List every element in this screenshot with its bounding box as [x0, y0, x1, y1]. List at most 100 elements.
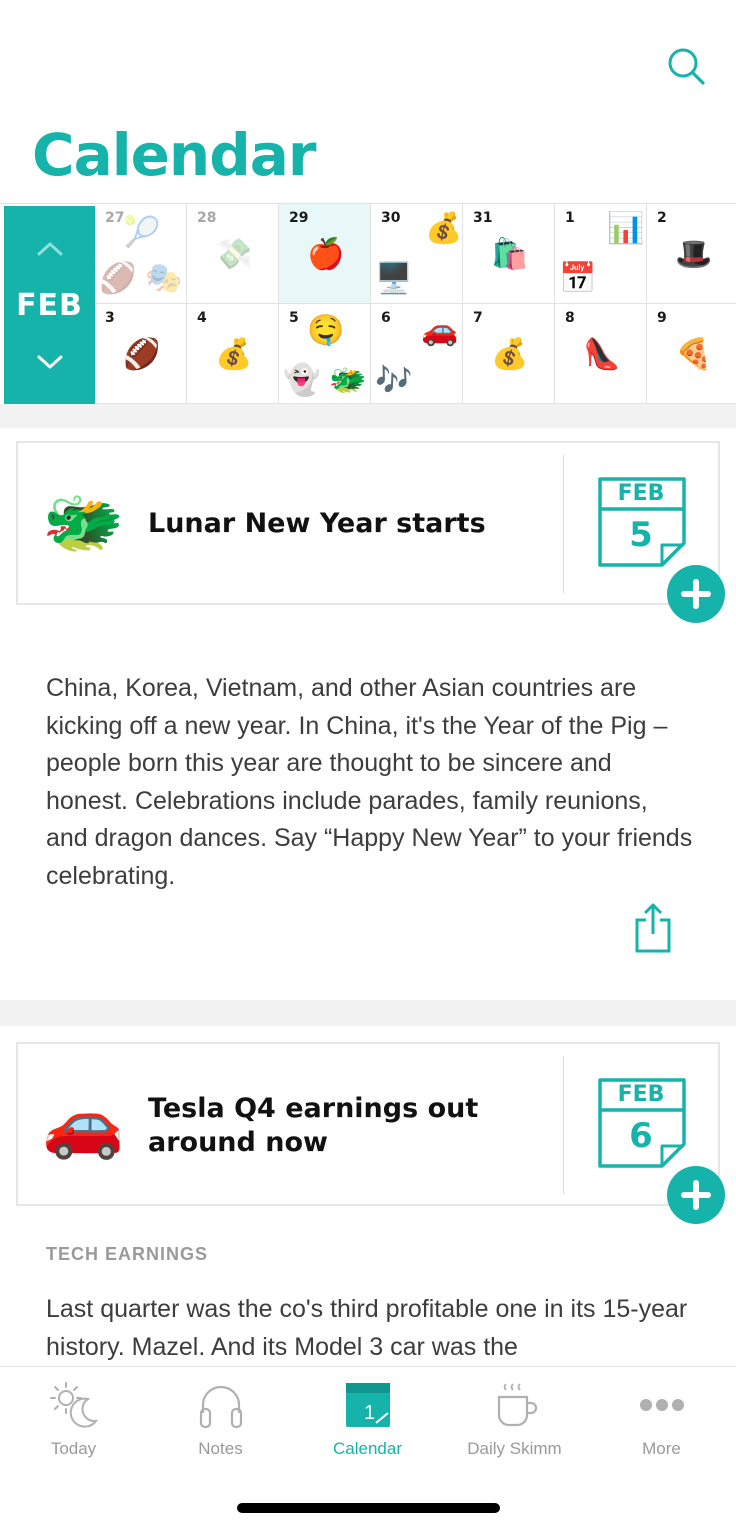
- calendar-day[interactable]: 31 🛍️: [463, 204, 555, 304]
- plus-icon: [681, 579, 711, 609]
- date-badge: FEB 5: [598, 477, 686, 567]
- money-bag-icon: 💰: [215, 337, 253, 372]
- car-icon: 🚗: [421, 313, 459, 348]
- home-indicator[interactable]: [237, 1503, 500, 1513]
- day-number: 5: [289, 310, 299, 326]
- chevron-up-icon: [37, 242, 63, 256]
- pizza-icon: 🍕: [675, 337, 713, 372]
- event-title: Lunar New Year starts: [148, 508, 486, 539]
- day-number: 6: [381, 310, 391, 326]
- calendar-day[interactable]: 1 📊 📅: [555, 204, 647, 304]
- calendar-icon: 1: [346, 1383, 390, 1427]
- calendar-day[interactable]: 5 🤤 👻 🐲: [279, 304, 371, 404]
- tab-label: Today: [50, 1439, 97, 1458]
- money-bag-icon: 💰: [425, 211, 463, 246]
- add-to-calendar-button[interactable]: [667, 565, 725, 623]
- top-hat-icon: 🎩: [675, 237, 713, 272]
- coffee-cup-icon: [497, 1383, 538, 1427]
- day-number: 7: [473, 310, 483, 326]
- drooling-face-icon: 🤤: [307, 313, 345, 348]
- day-number: 9: [657, 310, 667, 326]
- calendar-day[interactable]: 30 💰 🖥️: [371, 204, 463, 304]
- day-number: 2: [657, 210, 667, 226]
- date-badge: FEB 6: [598, 1078, 686, 1168]
- month-label: FEB: [16, 288, 83, 323]
- share-button[interactable]: [634, 902, 672, 954]
- tab-more[interactable]: More: [588, 1377, 735, 1458]
- month-selector: FEB: [4, 206, 95, 404]
- music-notes-icon: 🎶: [375, 363, 413, 398]
- tab-label: More: [642, 1439, 681, 1458]
- search-icon: [668, 48, 705, 85]
- day-number: 31: [473, 210, 493, 226]
- calendar-day[interactable]: 4 💰: [187, 304, 279, 404]
- day-number: 3: [105, 310, 115, 326]
- spiral-calendar-icon: 📅: [559, 261, 597, 296]
- dragon-face-icon: 🐲: [329, 363, 367, 398]
- high-heel-icon: 👠: [583, 337, 621, 372]
- previous-month-button[interactable]: [34, 236, 66, 260]
- next-month-button[interactable]: [34, 350, 66, 374]
- calendar-day[interactable]: 27 🎾 🏈 🎭: [95, 204, 187, 304]
- day-number: 8: [565, 310, 575, 326]
- money-wings-icon: 💸: [215, 237, 253, 272]
- day-number: 29: [289, 210, 309, 226]
- tab-label: Calendar: [333, 1439, 402, 1458]
- tab-daily-skimm[interactable]: Daily Skimm: [441, 1377, 588, 1458]
- event-card[interactable]: 🚗 Tesla Q4 earnings out around now FEB 6: [16, 1042, 720, 1206]
- event-category: TECH EARNINGS: [46, 1244, 209, 1264]
- calendar-day[interactable]: 2 🎩: [647, 204, 736, 304]
- tab-notes[interactable]: Notes: [147, 1377, 294, 1458]
- more-dots-icon: [640, 1399, 684, 1411]
- tab-today[interactable]: Today: [0, 1377, 147, 1458]
- calendar-screen: Calendar FEB 27 🎾 🏈 🎭 28 💸 29 🍎 30 💰 🖥️ …: [0, 0, 736, 1530]
- calendar-day[interactable]: 8 👠: [555, 304, 647, 404]
- event-description: Last quarter was the co's third profitab…: [46, 1295, 688, 1361]
- page-title: Calendar: [32, 121, 316, 189]
- event-card[interactable]: 🐲 Lunar New Year starts FEB 5: [16, 441, 720, 605]
- football-icon: 🏈: [123, 337, 161, 372]
- section-divider: [0, 1000, 736, 1026]
- day-number: 30: [381, 210, 401, 226]
- tab-label: Daily Skimm: [467, 1439, 562, 1458]
- headphones-icon: [199, 1385, 243, 1429]
- svg-text:1: 1: [364, 1402, 375, 1424]
- calendar-day[interactable]: 7 💰: [463, 304, 555, 404]
- dragon-face-icon: 🐲: [42, 484, 125, 561]
- event-title: Tesla Q4 earnings out around now: [148, 1093, 479, 1158]
- shopping-bags-icon: 🛍️: [491, 237, 529, 272]
- ghost-icon: 👻: [283, 363, 321, 398]
- badge-day: 5: [629, 515, 653, 555]
- car-icon: 🚗: [42, 1085, 125, 1162]
- calendar-day-today[interactable]: 29 🍎: [279, 204, 371, 304]
- calendar-day[interactable]: 6 🚗 🎶: [371, 304, 463, 404]
- money-bag-icon: 💰: [491, 337, 529, 372]
- add-to-calendar-button[interactable]: [667, 1166, 725, 1224]
- football-icon: 🏈: [99, 261, 137, 296]
- badge-month: FEB: [617, 481, 665, 506]
- day-number: 1: [565, 210, 575, 226]
- chevron-down-icon: [37, 355, 63, 369]
- search-button[interactable]: [664, 44, 708, 88]
- sun-moon-icon: [50, 1382, 99, 1428]
- desktop-computer-icon: 🖥️: [375, 261, 413, 296]
- calendar-days: 27 🎾 🏈 🎭 28 💸 29 🍎 30 💰 🖥️ 31 🛍️ 1 📊 📅 2…: [95, 204, 736, 404]
- card-divider: [563, 455, 564, 593]
- tab-label: Notes: [198, 1439, 243, 1458]
- day-number: 27: [105, 210, 125, 226]
- section-divider: [0, 404, 736, 428]
- calendar-day[interactable]: 9 🍕: [647, 304, 736, 404]
- apple-icon: 🍎: [307, 237, 345, 272]
- week-calendar: FEB 27 🎾 🏈 🎭 28 💸 29 🍎 30 💰 🖥️ 31 🛍️ 1 📊…: [0, 203, 736, 404]
- calendar-day[interactable]: 28 💸: [187, 204, 279, 304]
- day-number: 4: [197, 310, 207, 326]
- bar-chart-icon: 📊: [607, 211, 645, 246]
- event-description: China, Korea, Vietnam, and other Asian c…: [46, 674, 693, 890]
- calendar-day[interactable]: 3 🏈: [95, 304, 187, 404]
- tennis-ball-icon: 🎾: [123, 215, 161, 250]
- day-number: 28: [197, 210, 217, 226]
- badge-day: 6: [629, 1116, 653, 1156]
- plus-icon: [681, 1180, 711, 1210]
- tab-calendar[interactable]: 1 Calendar: [294, 1377, 441, 1458]
- theater-masks-icon: 🎭: [145, 261, 183, 296]
